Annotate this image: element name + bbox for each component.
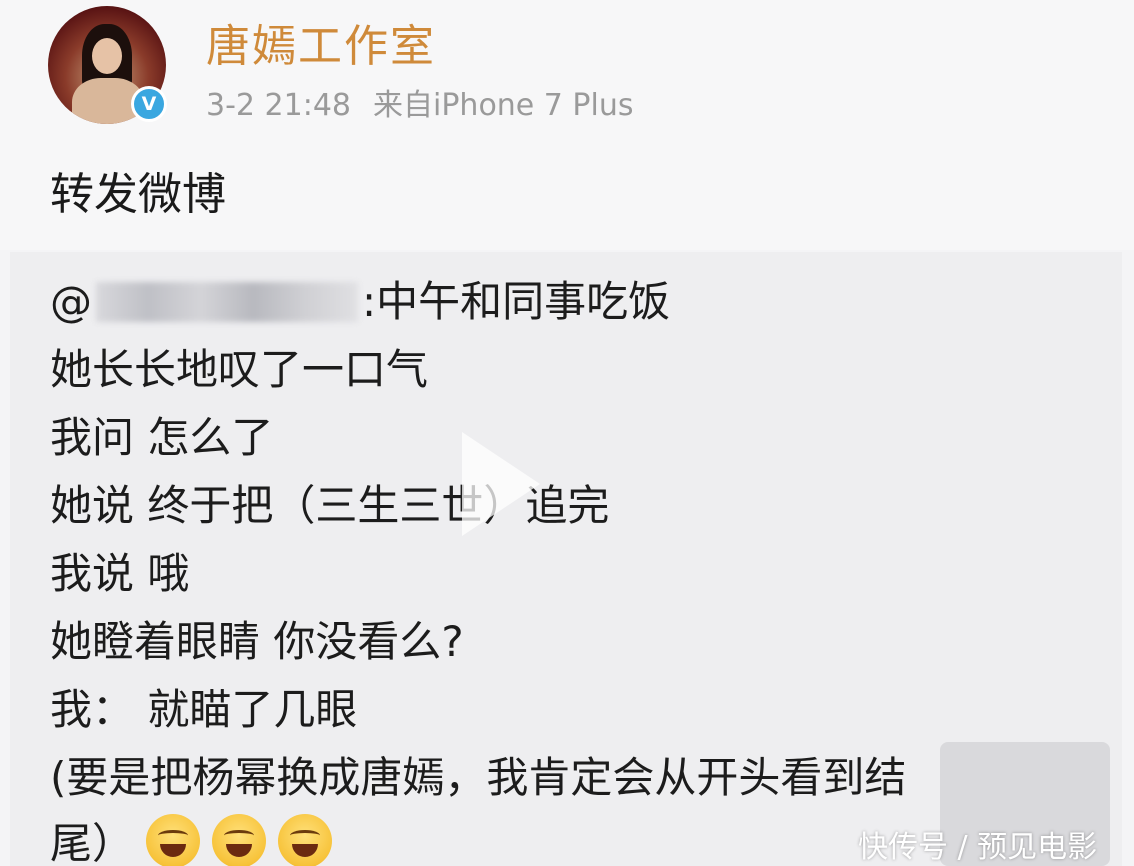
watermark-text: 快传号 / 预见电影 [858, 830, 1098, 865]
quoted-line: 她长长地叹了一口气 [50, 345, 429, 394]
quoted-line: 我说 哦 [50, 549, 190, 598]
quoted-line-end: 尾） [50, 819, 135, 866]
weibo-post: V 唐嫣工作室 3-2 21:48 来自iPhone 7 Plus 转发微博 @:… [0, 0, 1134, 866]
quoted-line: 我问 怎么了 [50, 413, 274, 462]
mention-at-sign: @ [50, 277, 92, 326]
avatar-face [92, 38, 122, 74]
quoted-line: (要是把杨幂换成唐嫣，我肯定会从开头看到结 [50, 753, 907, 802]
post-source: 来自iPhone 7 Plus [373, 88, 634, 123]
quoted-line: 我： 就瞄了几眼 [50, 685, 358, 734]
quoted-first-text: :中午和同事吃饭 [362, 277, 671, 326]
laughing-tears-emoji-icon [278, 814, 333, 866]
verified-badge-icon: V [131, 86, 167, 122]
play-icon[interactable] [462, 432, 540, 536]
post-timestamp: 3-2 21:48 [206, 88, 351, 123]
blurred-username[interactable] [96, 282, 358, 322]
laughing-tears-emoji-icon [146, 814, 201, 866]
laughing-tears-emoji-icon [212, 814, 267, 866]
post-text: 转发微博 [50, 169, 226, 220]
quoted-last-line: 尾） [50, 810, 333, 866]
quoted-mention-line: @ :中午和同事吃饭 [50, 268, 670, 329]
username[interactable]: 唐嫣工作室 [206, 10, 436, 74]
post-meta: 3-2 21:48 来自iPhone 7 Plus [206, 80, 634, 124]
post-header: V 唐嫣工作室 3-2 21:48 来自iPhone 7 Plus 转发微博 [0, 0, 1134, 250]
quoted-line: 她瞪着眼睛 你没看么? [50, 617, 464, 666]
